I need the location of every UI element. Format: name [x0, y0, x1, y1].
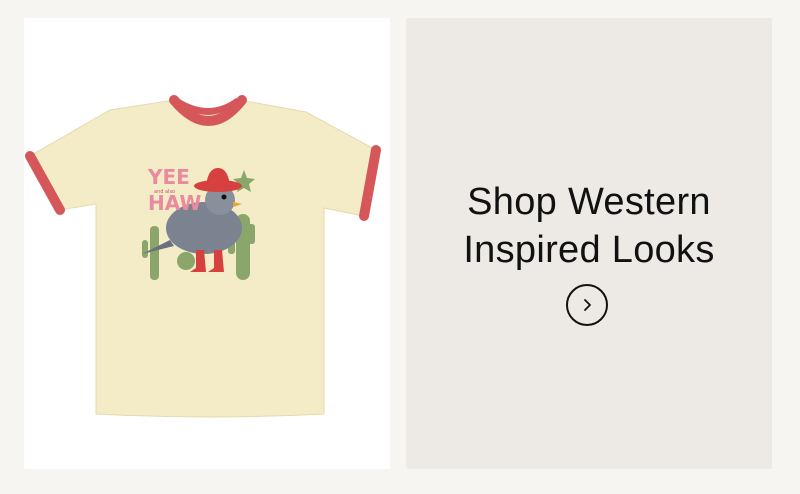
- promo-title-line-2: Inspired Looks: [463, 229, 715, 271]
- chevron-right-icon: [584, 299, 591, 311]
- promo-title[interactable]: Shop Western Inspired Looks: [406, 178, 772, 274]
- product-image[interactable]: YEE and also HAW: [24, 18, 390, 469]
- shop-now-arrow-button[interactable]: [566, 284, 608, 326]
- promo-title-line-1: Shop Western: [467, 181, 711, 223]
- shirt-graphic-haw: HAW: [148, 191, 201, 215]
- shirt-graphic-yee: YEE: [147, 165, 190, 189]
- promo-panel[interactable]: Shop Western Inspired Looks: [406, 18, 772, 469]
- product-card[interactable]: YEE and also HAW: [24, 18, 390, 469]
